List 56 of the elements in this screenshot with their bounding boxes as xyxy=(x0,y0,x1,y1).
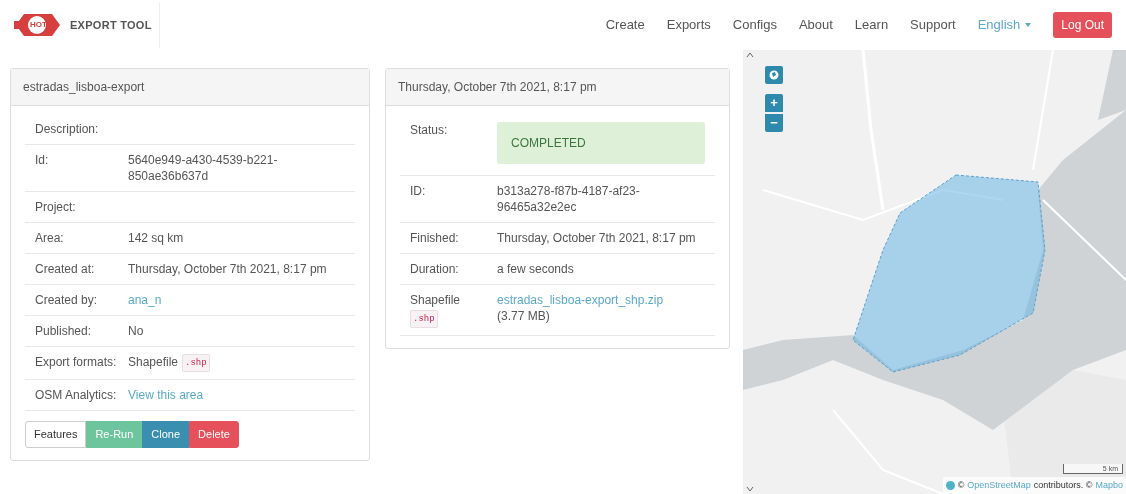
format-tag: .shp xyxy=(410,310,438,328)
field-label: Area: xyxy=(35,230,65,246)
field-label: Export formats: xyxy=(35,354,118,371)
field-value: 5640e949-a430-4539-b221-850ae36b637d xyxy=(128,153,278,183)
brand-name: EXPORT TOOL xyxy=(70,17,152,33)
field-label: Published: xyxy=(35,323,93,339)
field-label: Description: xyxy=(35,121,100,137)
field-label: ID: xyxy=(410,183,427,200)
field-label: Duration: xyxy=(410,261,460,277)
field-value: Thursday, October 7th 2021, 8:17 pm xyxy=(497,231,696,245)
field-label: OSM Analytics: xyxy=(35,387,118,403)
attribution-text: © xyxy=(957,478,965,492)
logout-button[interactable]: Log Out xyxy=(1053,12,1112,38)
zoom-in-button[interactable]: + xyxy=(765,94,783,112)
status-badge: COMPLETED xyxy=(497,122,705,164)
field-link[interactable]: View this area xyxy=(128,388,204,402)
field-label: Created at: xyxy=(35,261,96,277)
mapbox-icon xyxy=(945,480,955,490)
nav-link[interactable]: Configs xyxy=(732,15,777,35)
nav-link[interactable]: About xyxy=(798,15,833,35)
osm-link[interactable]: OpenStreetMap xyxy=(967,478,1031,492)
nav-link[interactable]: Create xyxy=(605,15,645,35)
nav-link[interactable]: Exports xyxy=(666,15,711,35)
globe-icon xyxy=(769,70,779,80)
field-label: Project: xyxy=(35,199,77,215)
nav-link[interactable]: Learn xyxy=(854,15,889,35)
mapbox-link[interactable]: Mapbo xyxy=(1095,478,1123,492)
field-value: 142 sq km xyxy=(128,231,184,245)
zoom-out-button[interactable]: − xyxy=(765,114,783,132)
field-label: Status: xyxy=(410,122,449,139)
field-value: No xyxy=(128,324,144,338)
caret-icon xyxy=(1025,23,1032,27)
field-value: Thursday, October 7th 2021, 8:17 pm xyxy=(128,262,327,276)
nav-link[interactable]: Support xyxy=(910,15,956,35)
action-button[interactable]: Delete xyxy=(189,421,239,448)
field-label: Finished: xyxy=(410,230,460,246)
scroll-down-icon[interactable] xyxy=(746,486,754,492)
field-label: Created by: xyxy=(35,292,99,308)
action-button[interactable]: Features xyxy=(25,421,87,448)
action-button[interactable]: Clone xyxy=(142,421,190,448)
field-link[interactable]: ana_n xyxy=(128,293,162,307)
attribution-text: contributors. © xyxy=(1033,478,1093,492)
panel-title: Thursday, October 7th 2021, 8:17 pm xyxy=(386,69,729,106)
action-button[interactable]: Re-Run xyxy=(86,421,143,448)
field-value: b313a278-f87b-4187-af23-96465a32e2ec xyxy=(497,184,640,214)
panel-title: estradas_lisboa-export xyxy=(11,69,369,106)
download-link[interactable]: estradas_lisboa-export_shp.zip xyxy=(497,292,705,308)
language-dropdown[interactable]: English xyxy=(977,15,1032,35)
field-value: a few seconds xyxy=(497,262,574,276)
file-size: (3.77 MB) xyxy=(497,308,551,324)
locate-button[interactable] xyxy=(765,66,783,84)
scroll-up-icon[interactable] xyxy=(746,52,754,58)
field-value: Shapefile xyxy=(128,354,179,370)
field-label: Id: xyxy=(35,152,50,169)
field-label: Shapefile xyxy=(410,292,461,308)
format-tag: .shp xyxy=(182,354,210,372)
